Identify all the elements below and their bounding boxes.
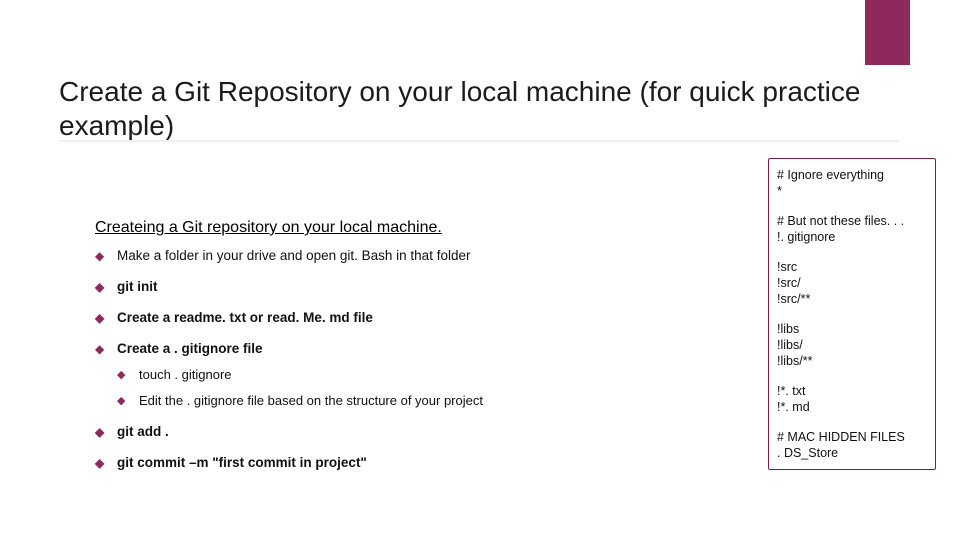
list-item: git init — [95, 279, 483, 294]
list-item-label: Create a . gitignore file — [117, 341, 263, 356]
gitignore-block: # But not these files. . . !. gitignore — [777, 213, 927, 245]
gitignore-block: # Ignore everything * — [777, 167, 927, 199]
list-item: Create a readme. txt or read. Me. md fil… — [95, 310, 483, 325]
gitignore-block: !src !src/ !src/** — [777, 259, 927, 307]
list-item: Edit the . gitignore file based on the s… — [117, 393, 483, 408]
title-underline — [59, 140, 899, 142]
accent-tab — [865, 0, 910, 65]
list-item: Create a . gitignore file touch . gitign… — [95, 341, 483, 408]
section-subtitle: Createing a Git repository on your local… — [95, 219, 442, 237]
gitignore-example-box: # Ignore everything * # But not these fi… — [768, 158, 936, 470]
list-item: git add . — [95, 424, 483, 439]
slide-title: Create a Git Repository on your local ma… — [59, 75, 960, 143]
steps-list: Make a folder in your drive and open git… — [95, 248, 483, 486]
list-item: git commit –m "first commit in project" — [95, 455, 483, 470]
gitignore-block: # MAC HIDDEN FILES . DS_Store — [777, 429, 927, 461]
list-item: touch . gitignore — [117, 367, 483, 382]
sub-steps-list: touch . gitignore Edit the . gitignore f… — [117, 367, 483, 408]
gitignore-block: !*. txt !*. md — [777, 383, 927, 415]
gitignore-block: !libs !libs/ !libs/** — [777, 321, 927, 369]
list-item: Make a folder in your drive and open git… — [95, 248, 483, 263]
